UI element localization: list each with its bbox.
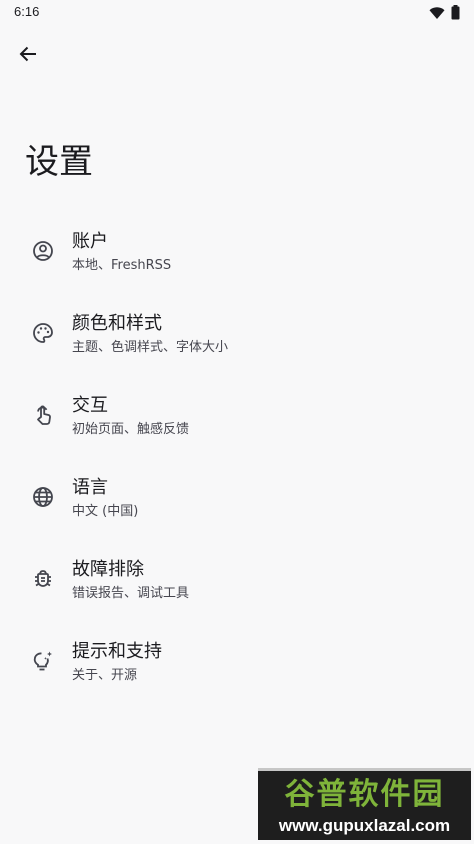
palette-icon [31,321,55,345]
settings-screen: 6:16 设置 账户 本地、FreshRSS 颜色和样式 主题、色调样式、字体大… [0,0,474,844]
watermark-badge: 谷普软件园 www.gupuxlazal.com [258,768,471,840]
battery-icon [451,5,460,24]
setting-item-language[interactable]: 语言 中文 (中国) [0,465,474,547]
setting-subtitle: 错误报告、调试工具 [72,586,190,601]
wifi-icon [429,5,445,24]
setting-subtitle: 主题、色调样式、字体大小 [72,340,229,355]
setting-item-interaction[interactable]: 交互 初始页面、触感反馈 [0,383,474,465]
setting-subtitle: 中文 (中国) [72,504,139,519]
setting-item-accounts[interactable]: 账户 本地、FreshRSS [0,219,474,301]
watermark-title: 谷普软件园 [284,777,445,812]
setting-title: 账户 [72,231,108,252]
watermark-url: www.gupuxlazal.com [278,816,451,835]
lightbulb-icon [31,649,55,673]
setting-subtitle: 本地、FreshRSS [72,258,172,273]
setting-item-troubleshooting[interactable]: 故障排除 错误报告、调试工具 [0,547,474,629]
bug-icon [31,567,55,591]
globe-icon [31,485,55,509]
setting-subtitle: 初始页面、触感反馈 [72,422,190,437]
setting-subtitle: 关于、开源 [72,668,138,683]
arrow-back-icon [18,44,38,68]
setting-item-tips-support[interactable]: 提示和支持 关于、开源 [0,629,474,711]
back-button[interactable] [10,38,46,74]
account-circle-icon [31,239,55,263]
status-icons [429,5,460,24]
page-title: 设置 [25,142,93,182]
setting-title: 语言 [72,477,108,498]
touch-icon [31,403,55,427]
setting-title: 颜色和样式 [72,313,162,334]
status-time: 6:16 [14,4,40,19]
setting-title: 故障排除 [72,559,144,580]
status-bar: 6:16 [0,0,474,26]
setting-title: 交互 [72,395,108,416]
setting-title: 提示和支持 [72,641,162,662]
settings-list: 账户 本地、FreshRSS 颜色和样式 主题、色调样式、字体大小 交互 初始页… [0,219,474,711]
setting-item-color-style[interactable]: 颜色和样式 主题、色调样式、字体大小 [0,301,474,383]
